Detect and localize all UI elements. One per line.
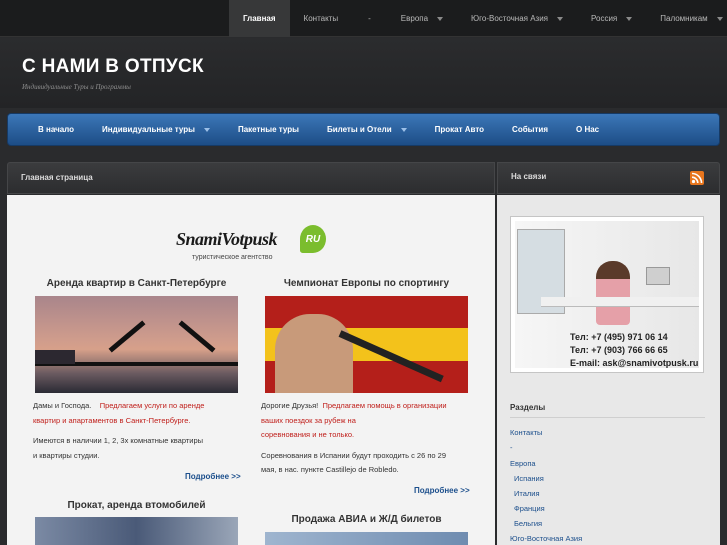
section-link-belgium[interactable]: Бельгия [514, 519, 542, 528]
breadcrumb: Главная страница [7, 162, 495, 194]
post-text-highlight: квартир и апартаментов в Санкт-Петербург… [33, 415, 191, 425]
topnav-item-europe[interactable]: Европа [387, 0, 457, 37]
site-description: Индивидуальные Туры и Программы [22, 83, 131, 91]
nav-label: Билеты и Отели [326, 125, 392, 134]
section-link-separator[interactable]: - [510, 443, 513, 452]
topnav-label: Паломникам [660, 14, 708, 23]
logo-subtitle: туристическое агентство [192, 254, 273, 261]
topnav-label: - [368, 14, 371, 23]
nav-item-car-rental[interactable]: Прокат Авто [421, 125, 498, 134]
nav-item-tickets-hotels[interactable]: Билеты и Отели [313, 125, 421, 134]
nav-label: Прокат Авто [434, 125, 485, 134]
topnav-item-contacts[interactable]: Контакты [290, 0, 353, 37]
post-text-line: Дамы и Господа. [33, 401, 92, 410]
chevron-down-icon [203, 127, 210, 132]
logo-leaf-badge: RU [300, 225, 326, 253]
section-link-asia[interactable]: Юго-Восточная Азия [510, 534, 582, 543]
post-text-sporting: Дорогие Друзья! Предлагаем помощь в орга… [261, 399, 476, 478]
spb-bridge-image[interactable] [35, 296, 238, 393]
nav-label: Индивидуальные туры [102, 125, 195, 134]
nav-item-home[interactable]: В начало [24, 125, 88, 134]
nav-item-package-tours[interactable]: Пакетные туры [224, 125, 313, 134]
topnav-item-asia[interactable]: Юго-Восточная Азия [457, 0, 577, 37]
post-title-sporting[interactable]: Чемпионат Европы по спортингу [265, 278, 468, 289]
contact-email[interactable]: E-mail: ask@snamivotpusk.ru [570, 358, 698, 368]
post-title-apartments[interactable]: Аренда квартир в Санкт-Петербурге [35, 278, 238, 289]
tickets-image[interactable] [265, 532, 468, 545]
site-title[interactable]: С НАМИ В ОТПУСК [22, 56, 204, 78]
contact-phone-1: Тел: +7 (495) 971 06 14 [570, 332, 668, 342]
contact-phone-2: Тел: +7 (903) 766 66 65 [570, 345, 668, 355]
read-more-link[interactable]: Подробнее >> [185, 472, 241, 481]
cars-image[interactable] [35, 517, 238, 545]
nav-label: Пакетные туры [237, 125, 299, 134]
sections-title: Разделы [510, 403, 546, 412]
topnav-item-pilgrims[interactable]: Паломникам [646, 0, 727, 37]
shooter-figure [275, 314, 353, 393]
post-text-line: мая, в нас. пункте Castillejo de Robledo… [261, 465, 399, 474]
post-text-line: Дорогие Друзья! [261, 401, 319, 410]
rss-icon[interactable] [690, 171, 704, 185]
topnav-item-russia[interactable]: Россия [577, 0, 646, 37]
section-link-contacts[interactable]: Контакты [510, 428, 542, 437]
post-text-highlight: Предлагаем помощь в организации [322, 401, 447, 410]
nav-item-individual-tours[interactable]: Индивидуальные туры [88, 125, 224, 134]
section-link-france[interactable]: Франция [514, 504, 545, 513]
bridge-span-right [178, 320, 216, 353]
shore-buildings [35, 350, 75, 364]
topnav-label: Главная [243, 14, 276, 23]
topnav-label: Контакты [303, 14, 339, 23]
sporting-shooter-image[interactable] [265, 296, 468, 393]
nav-label: События [512, 125, 548, 134]
post-text-apartments: Дамы и Господа. Предлагаем услуги по аре… [33, 399, 238, 463]
sidebar-header: На связи [497, 162, 720, 194]
section-link-italy[interactable]: Италия [514, 489, 540, 498]
agency-logo[interactable]: SnamiVotpusk RU туристическое агентство [176, 225, 326, 265]
topnav-label: Европа [400, 14, 429, 23]
top-navigation: Главная Контакты - Европа Юго-Восточная … [229, 0, 727, 37]
receptionist-figure [596, 261, 630, 325]
post-text-line: и квартиры студии. [33, 450, 100, 460]
logo-text: SnamiVotpusk [176, 229, 278, 249]
office-desk [541, 297, 699, 307]
section-link-europe[interactable]: Европа [510, 459, 536, 468]
chevron-down-icon [400, 127, 407, 132]
bridge-span-left [108, 320, 146, 353]
read-more-link[interactable]: Подробнее >> [414, 486, 470, 495]
chevron-down-icon [557, 16, 564, 21]
sections-divider [510, 417, 705, 418]
topnav-label: Юго-Восточная Азия [471, 14, 549, 23]
nav-label: О Нас [576, 125, 600, 134]
post-text-line: Имеются в наличии 1, 2, 3х комнатные ква… [33, 436, 204, 445]
post-title-tickets[interactable]: Продажа АВИА и Ж/Д билетов [265, 514, 468, 525]
topnav-item-separator[interactable]: - [352, 0, 387, 37]
nav-item-events[interactable]: События [498, 125, 562, 134]
post-text-highlight: ваших поездок за рубеж на [261, 415, 356, 425]
post-text-highlight: Предлагаем услуги по аренде [99, 401, 205, 410]
post-text-highlight: соревнования и не только. [261, 430, 355, 439]
chevron-down-icon [437, 16, 444, 21]
topnav-label: Россия [591, 14, 618, 23]
section-link-spain[interactable]: Испания [514, 474, 544, 483]
chevron-down-icon [716, 16, 723, 21]
post-title-car-rental[interactable]: Прокат, аренда втомобилей [35, 500, 238, 511]
main-navigation: В начало Индивидуальные туры Пакетные ту… [7, 113, 720, 146]
nav-label: В начало [38, 125, 75, 134]
nav-item-about[interactable]: О Нас [562, 125, 613, 134]
chevron-down-icon [626, 16, 633, 21]
topnav-item-home[interactable]: Главная [229, 0, 290, 37]
computer-monitor [646, 267, 670, 285]
post-text-line: Соревнования в Испании будут проходить с… [261, 450, 446, 460]
